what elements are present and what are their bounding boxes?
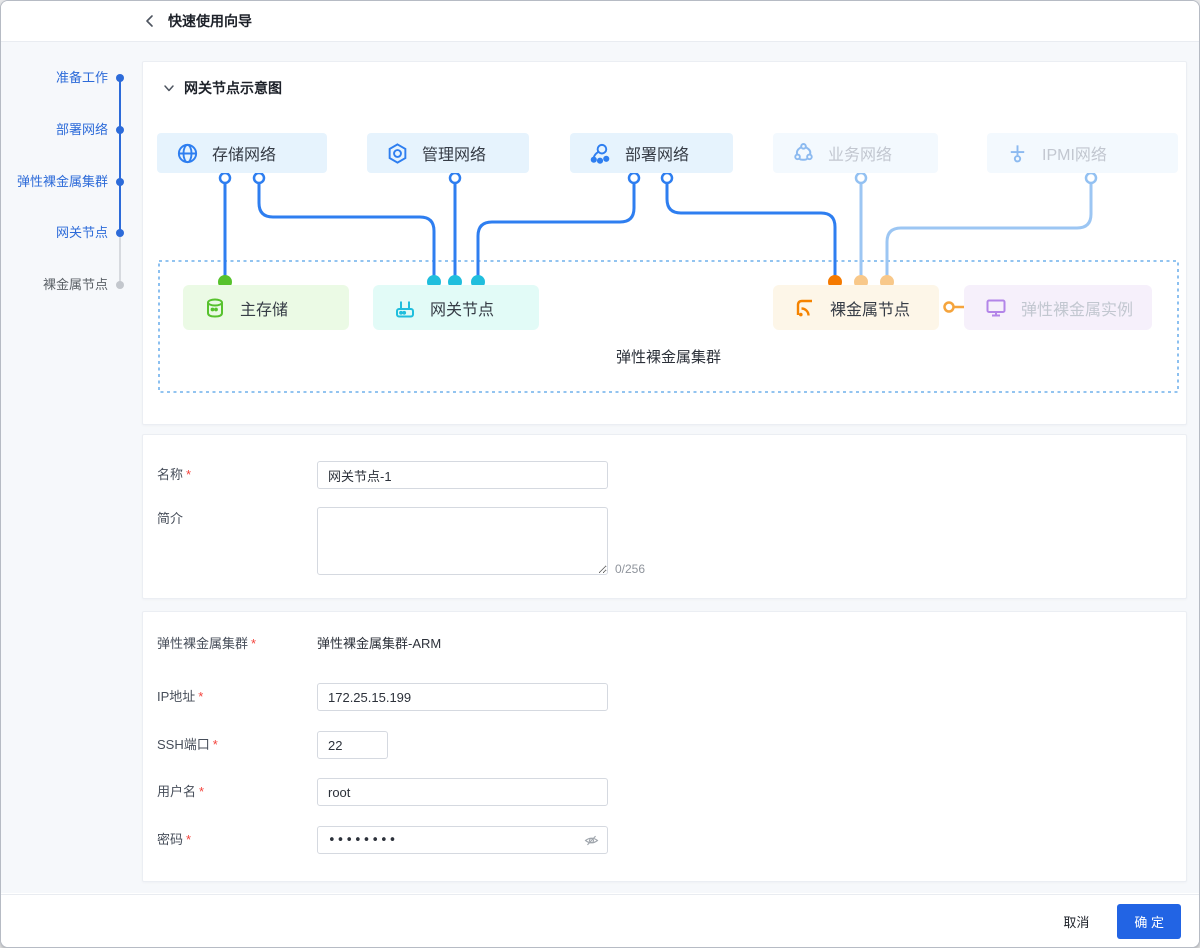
network-box-deploy: 部署网络 bbox=[570, 133, 733, 173]
network-box-management: 管理网络 bbox=[367, 133, 529, 173]
step-item-gateway[interactable]: 网关节点 bbox=[56, 224, 108, 242]
node-box-baremetal: 裸金属节点 bbox=[773, 285, 939, 330]
wizard-window: 快速使用向导 准备工作 部署网络 弹性裸金属集群 网关节点 裸金属节点 网关节点… bbox=[0, 0, 1200, 948]
stepper-line-pending bbox=[119, 233, 121, 285]
stepper-line-active bbox=[119, 78, 121, 233]
network-label: 业务网络 bbox=[828, 147, 893, 164]
required-marker: * bbox=[251, 636, 257, 651]
step-item-baremetal[interactable]: 裸金属节点 bbox=[43, 276, 108, 294]
step-item-cluster[interactable]: 弹性裸金属集群 bbox=[17, 173, 108, 191]
username-label: 用户名 * bbox=[157, 784, 205, 799]
ssh-port-input[interactable] bbox=[317, 731, 388, 759]
name-label: 名称 * bbox=[157, 467, 192, 482]
name-input[interactable] bbox=[317, 461, 608, 489]
network-label: IPMI网络 bbox=[1042, 147, 1107, 164]
step-dot-4 bbox=[116, 229, 124, 237]
diagram-wires bbox=[158, 171, 1179, 393]
router-icon bbox=[396, 301, 414, 317]
diagram-card: 网关节点示意图 存储网络 管理网络 部署网络 业务网络 IPMI网络 主存储 网… bbox=[142, 61, 1187, 425]
network-label: 存储网络 bbox=[212, 147, 277, 164]
page-title: 快速使用向导 bbox=[168, 13, 252, 29]
node-box-instance: 弹性裸金属实例 bbox=[964, 285, 1152, 330]
rss-icon bbox=[796, 299, 812, 316]
cancel-button[interactable]: 取消 bbox=[1049, 904, 1103, 939]
node-label: 裸金属节点 bbox=[830, 301, 911, 319]
network-label: 管理网络 bbox=[422, 147, 487, 164]
step-dot-1 bbox=[116, 74, 124, 82]
basic-form-card: 名称* 简介 0/256 bbox=[142, 434, 1187, 599]
node-label: 弹性裸金属实例 bbox=[1021, 301, 1134, 319]
network-box-business: 业务网络 bbox=[773, 133, 938, 173]
ip-input[interactable] bbox=[317, 683, 608, 711]
network-box-ipmi: IPMI网络 bbox=[987, 133, 1178, 173]
header: 快速使用向导 bbox=[1, 1, 1199, 42]
cluster-value: 弹性裸金属集群-ARM bbox=[317, 636, 442, 651]
cluster-icon bbox=[590, 143, 610, 164]
required-marker: * bbox=[186, 467, 192, 482]
node-box-primary-storage: 主存储 bbox=[183, 285, 349, 330]
connection-form-card: 弹性裸金属集群* 弹性裸金属集群-ARM IP地址* SSH端口* 用户名* 密… bbox=[142, 611, 1187, 882]
footer-bar: 取消 确 定 bbox=[1, 894, 1199, 947]
network-box-storage: 存储网络 bbox=[157, 133, 327, 173]
required-marker: * bbox=[186, 832, 192, 847]
toggle-password-visibility-button[interactable] bbox=[584, 833, 599, 848]
cloud-nodes-icon bbox=[794, 142, 813, 161]
back-button[interactable] bbox=[140, 11, 160, 31]
required-marker: * bbox=[198, 689, 204, 704]
cluster-field-label: 弹性裸金属集群 * bbox=[157, 636, 257, 651]
password-input[interactable] bbox=[328, 832, 584, 848]
ip-label: IP地址 * bbox=[157, 689, 204, 704]
step-dot-3 bbox=[116, 178, 124, 186]
node-box-gateway: 网关节点 bbox=[373, 285, 539, 330]
diagram-canvas: 存储网络 管理网络 部署网络 业务网络 IPMI网络 主存储 网关节点 裸金属节… bbox=[143, 62, 1188, 426]
probe-icon bbox=[1010, 144, 1025, 162]
monitor-icon bbox=[986, 299, 1006, 316]
globe-icon bbox=[177, 143, 198, 163]
cluster-label: 弹性裸金属集群 bbox=[615, 349, 721, 366]
password-label: 密码 * bbox=[157, 832, 192, 847]
step-dot-5 bbox=[116, 281, 124, 289]
step-item-network[interactable]: 部署网络 bbox=[56, 121, 108, 139]
chevron-left-icon bbox=[146, 15, 153, 27]
desc-label: 简介 bbox=[157, 511, 184, 526]
node-label: 主存储 bbox=[240, 301, 289, 319]
ssh-port-label: SSH端口 * bbox=[157, 737, 218, 752]
hex-gear-icon bbox=[388, 142, 407, 164]
network-label: 部署网络 bbox=[625, 147, 690, 164]
database-icon bbox=[207, 298, 223, 318]
password-field bbox=[317, 826, 608, 854]
confirm-button[interactable]: 确 定 bbox=[1117, 903, 1181, 939]
desc-textarea[interactable] bbox=[317, 507, 608, 575]
step-dot-2 bbox=[116, 126, 124, 134]
step-item-prepare[interactable]: 准备工作 bbox=[56, 69, 108, 87]
username-input[interactable] bbox=[317, 778, 608, 806]
required-marker: * bbox=[212, 737, 218, 752]
char-counter: 0/256 bbox=[615, 562, 646, 576]
required-marker: * bbox=[199, 784, 205, 799]
node-label: 网关节点 bbox=[430, 301, 495, 319]
main-area: 准备工作 部署网络 弹性裸金属集群 网关节点 裸金属节点 网关节点示意图 存储网… bbox=[1, 42, 1199, 893]
wizard-stepper: 准备工作 部署网络 弹性裸金属集群 网关节点 裸金属节点 bbox=[1, 42, 142, 893]
eye-off-icon bbox=[584, 835, 599, 845]
